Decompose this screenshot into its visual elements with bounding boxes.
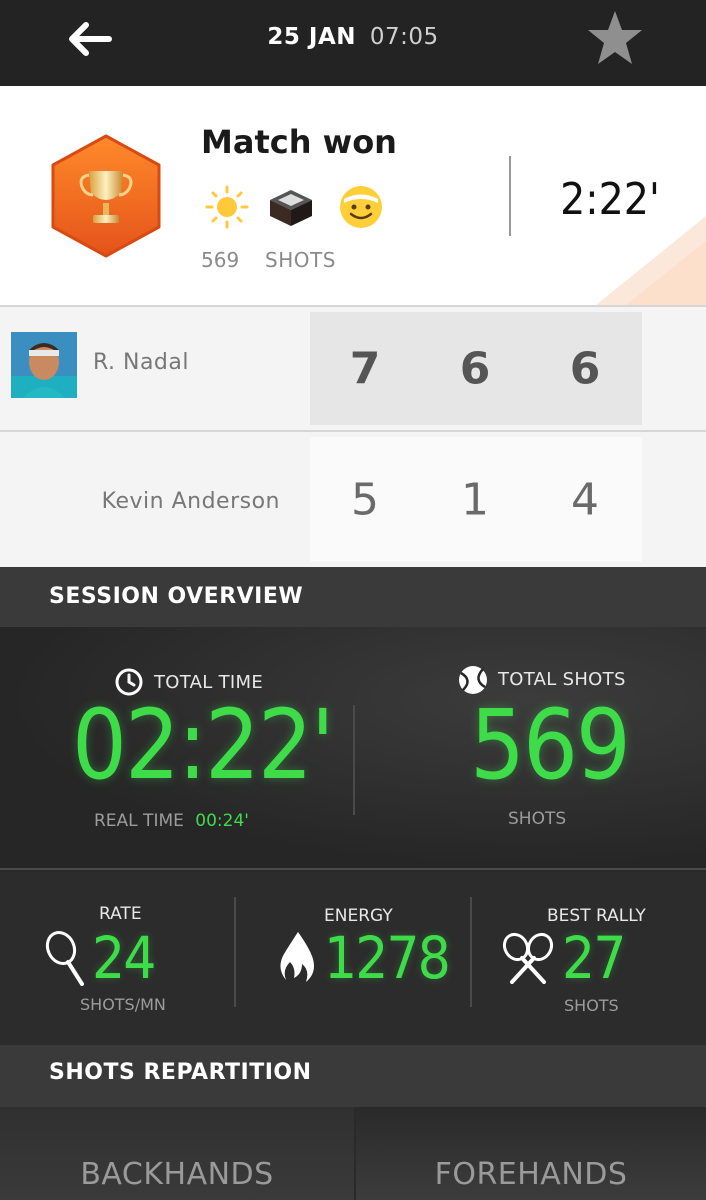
sun-icon (205, 185, 249, 229)
tab-forehands-label: FOREHANDS (434, 1157, 628, 1192)
total-time-value: 02:22' (72, 689, 335, 801)
player1-set-3: 6 (569, 343, 601, 394)
trophy-icon (51, 134, 161, 258)
real-time-label: REAL TIME (94, 811, 184, 831)
player1-avatar (11, 332, 77, 398)
rate-label: RATE (99, 904, 142, 924)
real-time-value: 00:24' (195, 811, 249, 831)
energy-label: ENERGY (324, 906, 393, 926)
star-icon (588, 11, 642, 64)
best-rally-unit: SHOTS (564, 996, 619, 1015)
session-overview: TOTAL TIME 02:22' REAL TIME 00:24' TOTAL… (0, 627, 706, 870)
session-overview-title: SESSION OVERVIEW (49, 584, 304, 609)
player2-set-3: 4 (571, 474, 599, 525)
tab-forehands[interactable]: FOREHANDS (356, 1107, 706, 1200)
session-date: 25 JAN (267, 24, 356, 50)
shots-count: 569 (201, 248, 240, 272)
overview-divider (353, 705, 355, 815)
player1-set-1: 7 (349, 343, 381, 394)
player2-name: Kevin Anderson (101, 489, 280, 514)
tab-backhands[interactable]: BACKHANDS (0, 1107, 354, 1200)
total-shots-label: TOTAL SHOTS (498, 669, 626, 690)
energy-value: 1278 (324, 924, 451, 992)
session-overview-header: SESSION OVERVIEW (0, 567, 706, 627)
match-summary: Match won 569 SHOTS 2:22' (0, 86, 706, 305)
real-time-row: REAL TIME 00:24' (94, 811, 249, 831)
indoor-court-icon (270, 190, 312, 226)
flame-icon (280, 932, 314, 982)
crossed-rackets-icon (502, 932, 554, 984)
player2-score-row[interactable]: Kevin Anderson 5 1 4 (0, 432, 706, 567)
metrics-divider-1 (234, 897, 236, 1007)
player1-set-2: 6 (459, 343, 491, 394)
racket-icon (45, 930, 84, 986)
player2-set-2: 1 (461, 474, 489, 525)
tab-backhands-label: BACKHANDS (80, 1157, 274, 1192)
metrics-divider-2 (470, 897, 472, 1007)
player2-set-scores: 5 1 4 (310, 437, 642, 562)
best-rally-label: BEST RALLY (547, 906, 646, 926)
session-time: 07:05 (369, 24, 439, 50)
session-metrics: RATE 24 SHOTS/MN ENERGY 1278 BEST RALLY … (0, 872, 706, 1045)
match-result: Match won (201, 123, 397, 161)
rate-value: 24 (92, 924, 156, 992)
favorite-button[interactable] (584, 8, 646, 70)
player2-set-1: 5 (351, 474, 379, 525)
shots-repartition-tabs: BACKHANDS FOREHANDS (0, 1107, 706, 1200)
shots-repartition-title: SHOTS REPARTITION (49, 1060, 312, 1085)
player1-name: R. Nadal (93, 350, 189, 375)
shots-repartition-header: SHOTS REPARTITION (0, 1045, 706, 1107)
summary-divider (509, 156, 511, 236)
smiley-icon (340, 186, 382, 228)
total-shots-value: 569 (470, 689, 631, 801)
player1-score-row[interactable]: R. Nadal 7 6 6 (0, 305, 706, 432)
total-shots-unit: SHOTS (508, 809, 567, 829)
rate-unit: SHOTS/MN (80, 995, 166, 1014)
top-bar: 25 JAN 07:05 (0, 0, 706, 86)
player1-set-scores: 7 6 6 (310, 312, 642, 425)
shots-label: SHOTS (265, 248, 336, 272)
best-rally-value: 27 (562, 924, 626, 992)
match-duration: 2:22' (560, 174, 660, 225)
